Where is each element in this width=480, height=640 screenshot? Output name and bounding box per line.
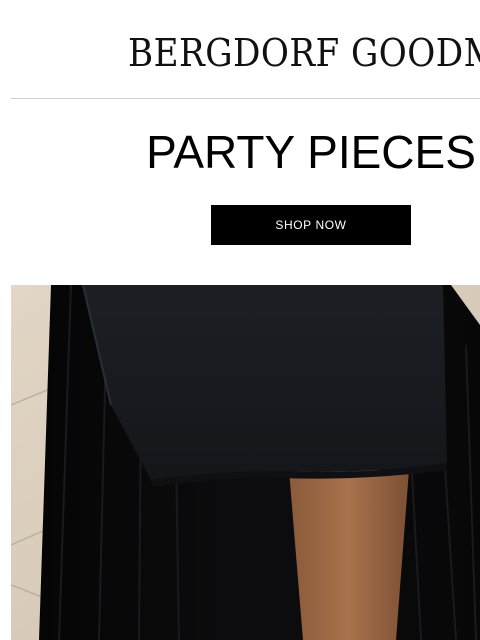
brand-header: BERGDORF GOODMAN [0, 0, 480, 98]
hero-image[interactable] [11, 285, 480, 640]
model-leg [289, 470, 409, 640]
header-divider [11, 98, 480, 99]
long-coat [83, 285, 447, 480]
shop-now-button[interactable]: SHOP NOW [211, 205, 411, 245]
hero-photo-illustration [11, 285, 480, 640]
promo-headline: PARTY PIECES [146, 126, 476, 178]
brand-logo[interactable]: BERGDORF GOODMAN [128, 30, 480, 76]
